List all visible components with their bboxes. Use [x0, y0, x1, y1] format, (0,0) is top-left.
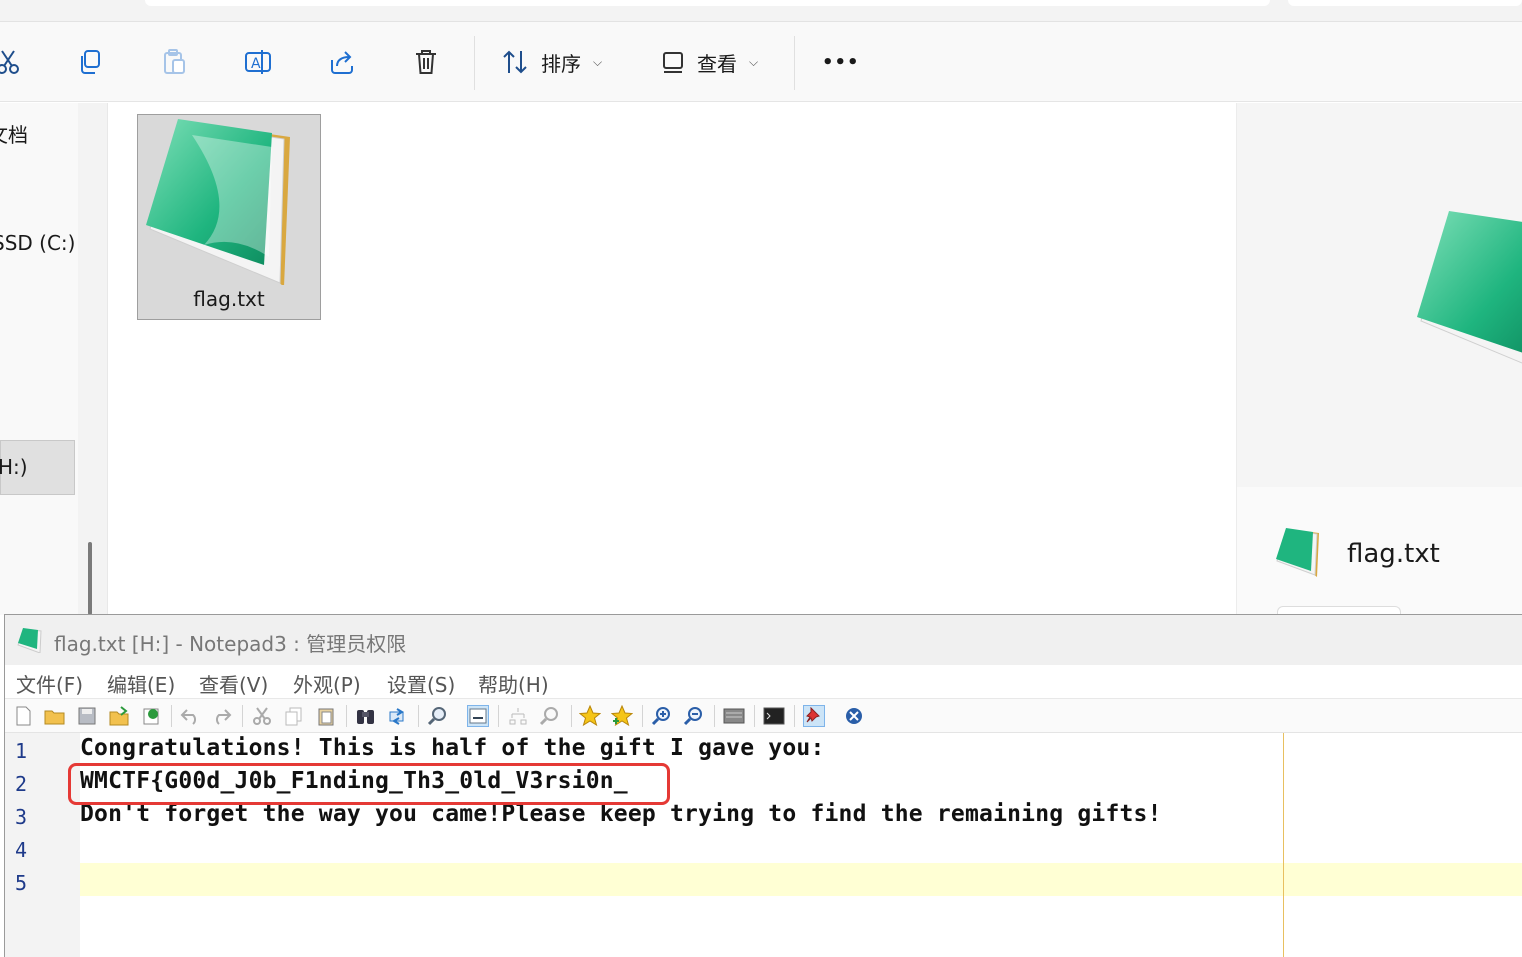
notepad-app-icon [17, 628, 42, 653]
paste-icon[interactable] [315, 705, 337, 727]
toolbar-separator [498, 705, 499, 727]
favorites-icon[interactable] [579, 705, 601, 727]
close-document-icon[interactable] [843, 705, 865, 727]
menu-settings[interactable]: 设置(S) [387, 669, 455, 698]
cut-icon[interactable] [0, 42, 28, 82]
notepad-file-icon [146, 119, 290, 285]
view-label: 查看 [697, 51, 737, 76]
notepad-menu-bar: 文件(F) 编辑(E) 查看(V) 外观(P) 设置(S) 帮助(H) [5, 665, 1522, 699]
file-name: flag.txt [193, 287, 265, 311]
line-number: 1 [15, 739, 28, 763]
sort-button[interactable]: 排序 ⌵ [501, 46, 602, 78]
new-file-icon[interactable] [12, 705, 34, 727]
more-options-button[interactable]: ••• [822, 46, 860, 78]
indent-guides-icon[interactable] [507, 705, 529, 727]
nav-item-ssd-c[interactable]: SSD (C:) [0, 231, 75, 255]
zoom-in-icon[interactable] [651, 705, 673, 727]
notepad-toolbar [5, 699, 1522, 733]
address-bar[interactable] [145, 0, 1270, 6]
paste-icon[interactable] [154, 42, 194, 82]
always-on-top-toggle[interactable] [803, 705, 825, 727]
save-as-icon[interactable] [108, 705, 130, 727]
explorer-command-bar: A 排序 ⌵ 查看 ⌵ ••• [0, 22, 1522, 102]
menu-edit[interactable]: 编辑(E) [107, 669, 175, 698]
sort-icon [503, 50, 527, 74]
menu-view[interactable]: 查看(V) [199, 669, 268, 698]
save-copy-icon[interactable] [140, 705, 162, 727]
flag-highlight-box [68, 763, 670, 805]
menu-appearance[interactable]: 外观(P) [293, 669, 361, 698]
menu-file[interactable]: 文件(F) [16, 669, 83, 698]
nav-item-documents[interactable]: 文档 [0, 119, 28, 148]
notepad-title-bar[interactable]: flag.txt [H:] - Notepad3 : 管理员权限 [5, 615, 1522, 665]
toolbar-separator [242, 705, 243, 727]
menu-help[interactable]: 帮助(H) [478, 669, 549, 698]
toolbar-separator [714, 705, 715, 727]
file-type-icon [1276, 528, 1319, 577]
preview-file-name: flag.txt [1347, 539, 1440, 569]
toolbar-separator [754, 705, 755, 727]
explorer-top-strip [0, 0, 1522, 22]
add-favorite-icon[interactable] [611, 705, 633, 727]
toolbar-divider [794, 36, 795, 90]
zoom-find-icon[interactable] [539, 705, 561, 727]
toolbar-separator [171, 705, 172, 727]
find-icon[interactable] [355, 705, 377, 727]
notepad-preview-icon [1417, 211, 1522, 364]
preview-pane: flag.txt [1236, 103, 1522, 616]
view-icon [663, 52, 683, 73]
nav-scrollbar[interactable] [88, 542, 92, 615]
notepad3-window: flag.txt [H:] - Notepad3 : 管理员权限 文件(F) 编… [4, 614, 1522, 957]
redo-icon[interactable] [211, 705, 233, 727]
toolbar-separator [418, 705, 419, 727]
nav-scroll-track [78, 103, 108, 615]
sort-label: 排序 [541, 51, 581, 76]
goto-line-icon[interactable] [427, 705, 449, 727]
more-icon: ••• [822, 51, 860, 73]
line-number: 5 [15, 871, 28, 895]
toolbar-separator [642, 705, 643, 727]
toolbar-divider [474, 36, 475, 90]
screen: A 排序 ⌵ 查看 ⌵ ••• 文档 SSD (C:) H:) [0, 0, 1522, 957]
long-line-marker [1283, 733, 1284, 957]
share-icon[interactable] [322, 42, 362, 82]
console-icon[interactable] [763, 705, 785, 727]
current-line-highlight [80, 863, 1522, 896]
nav-item-drive-h[interactable]: H:) [0, 455, 28, 479]
scheme-icon[interactable] [723, 705, 745, 727]
chevron-down-icon: ⌵ [749, 54, 759, 69]
line-number: 2 [15, 772, 28, 796]
window-title: flag.txt [H:] - Notepad3 : 管理员权限 [54, 632, 407, 656]
save-icon[interactable] [76, 705, 98, 727]
preview-image [1237, 103, 1522, 487]
text-editor[interactable]: Congratulations! This is half of the gif… [68, 733, 1522, 957]
copy-icon[interactable] [283, 705, 305, 727]
line-number: 3 [15, 805, 28, 829]
replace-icon[interactable] [387, 705, 409, 727]
copy-icon[interactable] [70, 42, 110, 82]
open-folder-icon[interactable] [44, 705, 66, 727]
toolbar-separator [571, 705, 572, 727]
toolbar-separator [346, 705, 347, 727]
cut-icon[interactable] [251, 705, 273, 727]
chevron-down-icon: ⌵ [593, 54, 603, 69]
line-number: 4 [15, 838, 28, 862]
navigation-pane: 文档 SSD (C:) H:) [0, 103, 78, 615]
rename-icon[interactable]: A [238, 42, 278, 82]
undo-icon[interactable] [179, 705, 201, 727]
zoom-out-icon[interactable] [683, 705, 705, 727]
search-box[interactable] [1288, 0, 1522, 6]
file-item[interactable]: flag.txt [137, 114, 321, 320]
file-list: flag.txt [108, 103, 1236, 615]
svg-text:A: A [251, 56, 261, 72]
word-wrap-toggle[interactable] [467, 705, 489, 727]
toolbar-separator [794, 705, 795, 727]
view-button[interactable]: 查看 ⌵ [661, 46, 758, 78]
delete-icon[interactable] [406, 42, 446, 82]
code-line: Congratulations! This is half of the gif… [80, 735, 825, 761]
